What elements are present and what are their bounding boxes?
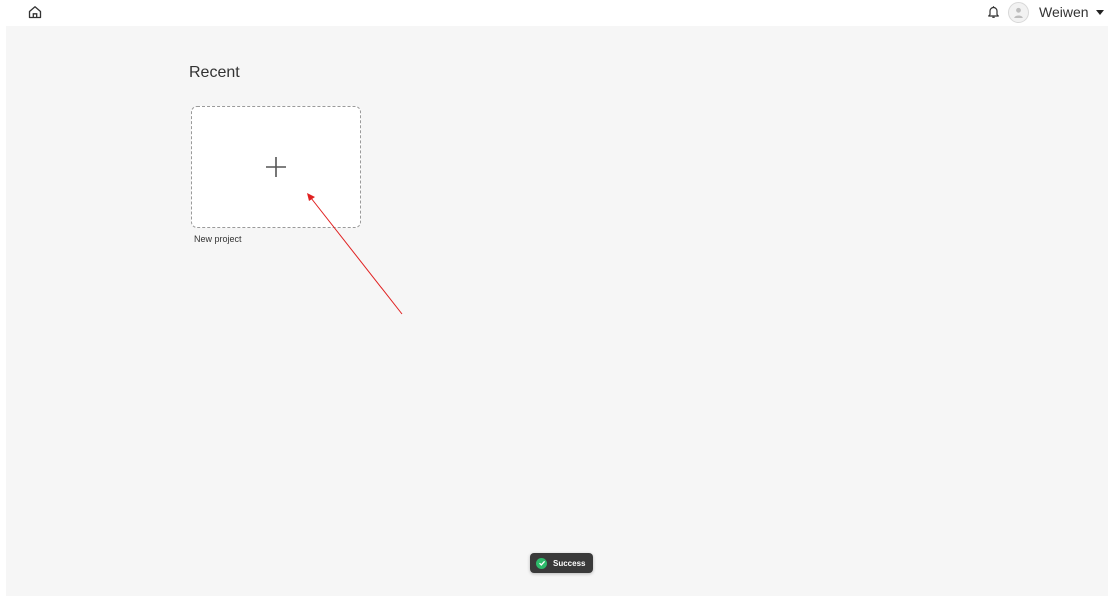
user-name[interactable]: Weiwen (1039, 4, 1089, 20)
new-project-label: New project (194, 234, 242, 244)
annotation-arrow (307, 193, 403, 315)
notifications-button[interactable] (984, 3, 1002, 21)
top-bar: Weiwen (0, 0, 1108, 26)
section-title-recent: Recent (189, 64, 240, 81)
avatar[interactable] (1008, 1, 1029, 23)
main-content: Recent New project Success (6, 26, 1108, 596)
user-avatar-icon (1014, 7, 1023, 18)
toast-message: Success (553, 558, 586, 568)
user-menu[interactable]: Weiwen (1008, 1, 1104, 23)
bell-icon (987, 6, 999, 18)
check-circle-icon (536, 557, 547, 569)
caret-down-icon[interactable] (1095, 9, 1104, 15)
home-button[interactable] (26, 3, 44, 21)
success-toast: Success (530, 553, 594, 573)
home-icon (28, 6, 42, 19)
plus-icon (266, 157, 286, 177)
new-project-card[interactable] (191, 106, 361, 228)
